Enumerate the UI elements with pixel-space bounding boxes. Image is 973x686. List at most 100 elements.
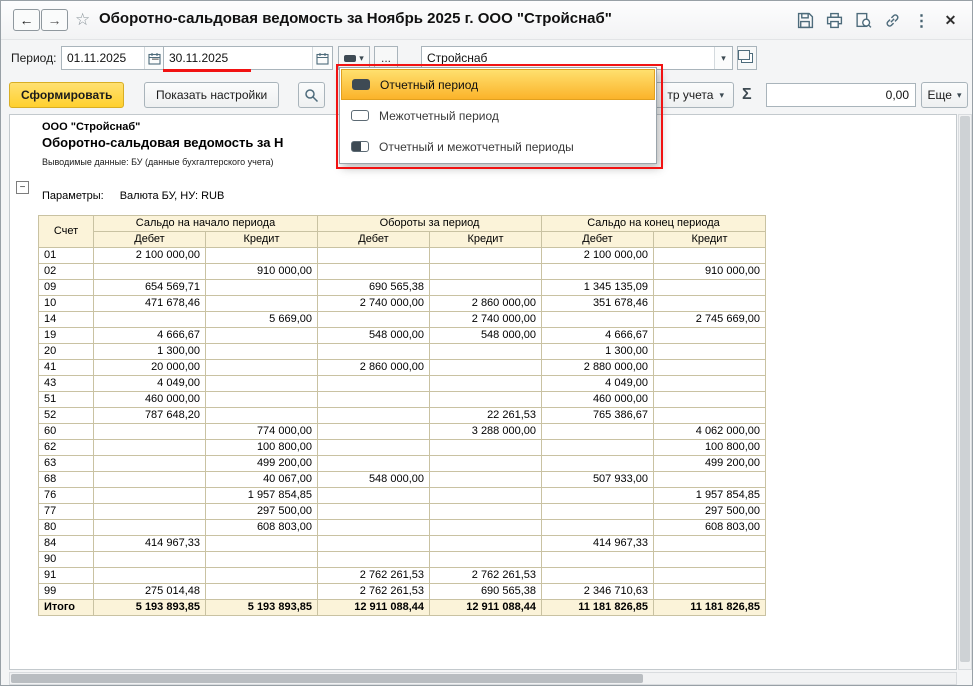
account-cell: 01 [38,247,94,264]
date-from-input[interactable] [62,51,144,65]
organization-open-button[interactable] [737,46,757,70]
table-row[interactable]: 43 4 049,00 4 049,00 [38,375,766,392]
amount-cell: 2 860 000,00 [317,359,430,376]
report-and-interreport-period-icon [351,141,369,152]
amount-cell [541,567,654,584]
save-icon [797,12,814,29]
table-row[interactable]: 19 4 666,67 548 000,00 548 000,00 4 666,67 [38,327,766,344]
amount-cell: 1 957 854,85 [205,487,318,504]
print-button[interactable] [825,11,844,30]
app-window: ← → ☆ Оборотно-сальдовая ведомость за Но… [0,0,973,686]
period-menu-item-label: Отчетный период [380,77,479,92]
amount-cell: 2 346 710,63 [541,583,654,600]
close-button[interactable]: ✕ [941,11,960,30]
amount-cell [429,279,542,296]
amount-cell [653,247,766,264]
period-menu-item[interactable]: Межотчетный период [341,100,655,131]
table-row[interactable]: 60 774 000,00 3 288 000,00 4 062 000,00 [38,423,766,440]
table-row[interactable]: 63 499 200,00 499 200,00 [38,455,766,472]
amount-cell [317,535,430,552]
horizontal-scrollbar-thumb[interactable] [11,674,643,683]
table-row[interactable]: 68 40 067,00 548 000,00 507 933,00 [38,471,766,488]
account-cell: 80 [38,519,94,536]
amount-cell: 2 100 000,00 [93,247,206,264]
link-button[interactable] [883,11,902,30]
amount-cell [653,279,766,296]
close-icon: ✕ [944,12,957,28]
amount-cell [541,455,654,472]
account-cell: 41 [38,359,94,376]
amount-cell [93,567,206,584]
amount-cell [317,455,430,472]
vertical-scrollbar-thumb[interactable] [960,116,970,662]
report-period-icon [344,54,357,62]
report-table-body: 01 2 100 000,00 2 100 000,00 02 910 000,00 91… [38,247,766,616]
forward-arrow-icon: → [47,12,62,28]
amount-cell [541,439,654,456]
generate-button[interactable]: Сформировать [9,82,125,108]
table-row[interactable]: 51 460 000,00 460 000,00 [38,391,766,408]
table-row[interactable]: 76 1 957 854,85 1 957 854,85 [38,487,766,504]
organization-input[interactable] [422,51,714,65]
date-to-input[interactable] [164,51,312,65]
col-header-credit: Кредит [653,231,766,248]
amount-cell: 5 193 893,85 [93,599,206,616]
show-settings-button[interactable]: Показать настройки [144,82,280,108]
table-row[interactable]: 52 787 648,20 22 261,53 765 386,67 [38,407,766,424]
amount-cell: 608 803,00 [205,519,318,536]
table-row[interactable]: 77 297 500,00 297 500,00 [38,503,766,520]
open-form-icon [738,50,753,63]
table-row[interactable]: 41 20 000,00 2 860 000,00 2 880 000,00 [38,359,766,376]
table-row[interactable]: 91 2 762 261,53 2 762 261,53 [38,567,766,584]
collapse-group-button[interactable]: − [16,181,29,194]
amount-cell [317,247,430,264]
amount-cell [205,535,318,552]
table-row[interactable]: 84 414 967,33 414 967,33 [38,535,766,552]
table-row[interactable]: 90 [38,551,766,568]
amount-cell: 1 300,00 [541,343,654,360]
kebab-menu-icon: ⋮ [913,12,930,30]
back-button[interactable]: ← [13,9,40,31]
save-button[interactable] [796,11,815,30]
table-row[interactable]: 09 654 569,71 690 565,38 1 345 135,09 [38,279,766,296]
table-row[interactable]: 62 100 800,00 100 800,00 [38,439,766,456]
vertical-scrollbar[interactable] [958,114,972,670]
table-row[interactable]: 10 471 678,46 2 740 000,00 2 860 000,00 351 … [38,295,766,312]
amount-cell: 11 181 826,85 [653,599,766,616]
search-button[interactable] [298,82,325,108]
sum-sigma-icon[interactable]: Σ [742,86,752,104]
sum-input[interactable] [767,84,915,106]
table-row[interactable]: 02 910 000,00 910 000,00 [38,263,766,280]
table-row[interactable]: 99 275 014,48 2 762 261,53 690 565,38 2 346 … [38,583,766,600]
horizontal-scrollbar[interactable] [9,672,957,685]
print-preview-button[interactable] [854,11,873,30]
amount-cell: 471 678,46 [93,295,206,312]
amount-cell [429,375,542,392]
account-cell: 10 [38,295,94,312]
amount-cell: 608 803,00 [653,519,766,536]
amount-cell: 4 666,67 [93,327,206,344]
period-menu-item[interactable]: Отчетный и межотчетный периоды [341,131,655,162]
report-title: Оборотно-сальдовая ведомость за Н [42,135,284,150]
table-total-row[interactable]: Итого 5 193 893,85 5 193 893,85 12 911 088,… [38,599,766,616]
favorite-star-icon[interactable]: ☆ [75,10,90,30]
amount-cell [541,311,654,328]
forward-button[interactable]: → [41,9,68,31]
amount-cell: 2 880 000,00 [541,359,654,376]
more-menu-button[interactable]: ⋮ [912,11,931,30]
amount-cell [541,503,654,520]
more-button[interactable]: Еще ▾ [921,82,968,108]
table-row[interactable]: 20 1 300,00 1 300,00 [38,343,766,360]
amount-cell: 548 000,00 [317,471,430,488]
amount-cell: 2 762 261,53 [429,567,542,584]
table-row[interactable]: 01 2 100 000,00 2 100 000,00 [38,247,766,264]
amount-cell: 690 565,38 [429,583,542,600]
sum-field [766,83,916,107]
organization-dropdown-button[interactable]: ▾ [714,47,732,69]
table-row[interactable]: 80 608 803,00 608 803,00 [38,519,766,536]
period-menu-item[interactable]: Отчетный период [341,69,655,100]
date-to-calendar-button[interactable] [312,47,332,69]
amount-cell [653,407,766,424]
table-row[interactable]: 14 5 669,00 2 740 000,00 2 745 669,00 [38,311,766,328]
amount-cell [653,343,766,360]
